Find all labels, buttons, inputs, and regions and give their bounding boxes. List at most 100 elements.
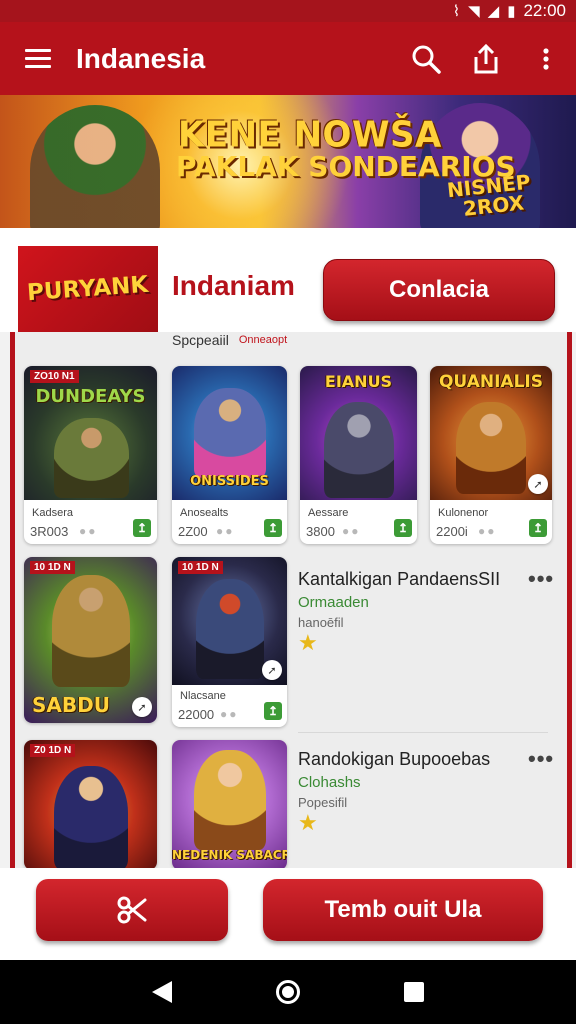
card-figure	[456, 402, 526, 494]
dots-icon: ●●	[220, 707, 239, 721]
card-count: 2Z00	[178, 524, 208, 539]
list-item-art-card[interactable]: Z0 1D N	[24, 740, 157, 870]
list-item-meta: hanoēfil	[298, 615, 344, 630]
home-icon[interactable]	[276, 980, 300, 1004]
dots-icon: ●●	[478, 524, 497, 538]
list-item-title: Randokigan Bupooebas	[298, 749, 491, 769]
card-badge: 10 1D N	[178, 561, 223, 574]
game-card-art: ONISSIDES	[172, 366, 287, 500]
game-card[interactable]: EIANUS Aessare 3800 ●● ↥	[300, 366, 417, 544]
download-button[interactable]: ↥	[394, 519, 412, 537]
game-card-art: QUANIALIS ➚	[430, 366, 552, 500]
more-horiz-icon[interactable]: •••	[528, 746, 554, 772]
card-figure	[324, 402, 394, 498]
publisher-name: Indaniam	[172, 270, 295, 301]
banner-badge: NISNEP 2ROX	[446, 170, 533, 221]
tab-first[interactable]: Spcpeaiil	[172, 332, 229, 348]
card-name: Aessare	[308, 507, 349, 519]
card-count: 3800	[306, 524, 335, 539]
card-name: Kulonenor	[438, 507, 489, 519]
card-name: Nlacsane	[180, 690, 226, 702]
connect-button[interactable]: Conlacia	[323, 259, 555, 321]
card-count: 22000	[178, 707, 215, 722]
list-item-art-card[interactable]: 10 1D N SABDU ➚	[24, 557, 157, 723]
status-time: 22:00	[523, 1, 566, 20]
card-badge: 10 1D N	[30, 561, 75, 574]
card-figure	[194, 388, 266, 478]
dots-icon: ●●	[79, 524, 98, 538]
star-icon: ★	[298, 810, 318, 835]
cell-icon: ◢	[487, 2, 500, 20]
app-screen: ⌇ ◥ ◢ ▮ 22:00 Indanesia KENE NOWŠA PAKLA…	[0, 0, 576, 1024]
divider	[298, 732, 548, 733]
game-card-art: NEDENIK SABACR	[172, 740, 287, 870]
game-card-art: ZO10 N1 DUNDEAYS	[24, 366, 157, 500]
pin-icon[interactable]: ➚	[528, 474, 548, 494]
card-figure	[54, 766, 128, 870]
game-card-art: EIANUS	[300, 366, 417, 500]
game-card[interactable]: NEDENIK SABACR	[172, 740, 287, 870]
search-button[interactable]	[396, 22, 456, 95]
status-bar: ⌇ ◥ ◢ ▮ 22:00	[0, 0, 576, 22]
share-icon	[474, 43, 498, 73]
list-item-subtitle: Clohashs	[298, 774, 361, 791]
system-nav-bar	[0, 960, 576, 1024]
pin-icon[interactable]: ➚	[132, 697, 152, 717]
battery-icon: ▮	[507, 2, 516, 20]
banner-hero-left	[30, 105, 160, 228]
back-icon[interactable]	[152, 981, 172, 1003]
search-icon	[412, 45, 441, 74]
star-icon: ★	[298, 630, 318, 655]
dots-icon: ●●	[216, 524, 235, 538]
more-button[interactable]	[516, 22, 576, 95]
game-card-art: 10 1D N ➚	[172, 557, 287, 685]
game-card[interactable]: ONISSIDES Anosealts 2Z00 ●● ↥	[172, 366, 287, 544]
card-figure	[194, 750, 266, 850]
tools-button[interactable]	[36, 879, 228, 941]
game-card[interactable]: ZO10 N1 DUNDEAYS Kadsera 3R003 ●● ↥	[24, 366, 157, 544]
card-art-title: EIANUS	[324, 372, 393, 391]
list-item-title: Kantalkigan PandaensSII	[298, 569, 501, 589]
scissors-icon	[117, 896, 147, 924]
primary-action-button[interactable]: Temb ouit Ula	[263, 879, 543, 941]
list-item-info[interactable]: Randokigan Bupooebas Clohashs Popesifil …	[298, 749, 558, 834]
publisher-logo[interactable]: PURYANK	[18, 246, 158, 332]
tab-second[interactable]: Onneaopt	[239, 334, 287, 346]
more-vert-icon	[543, 47, 549, 70]
tabs-row: Spcpeaiil Onneaopt	[172, 330, 287, 350]
card-name: Anosealts	[180, 507, 229, 519]
card-art-title: ONISSIDES	[190, 474, 269, 489]
app-title: Indanesia	[76, 42, 206, 74]
card-figure	[54, 418, 129, 498]
download-button[interactable]: ↥	[529, 519, 547, 537]
list-item-info[interactable]: Kantalkigan PandaensSII Ormaaden hanoēf…	[298, 569, 558, 654]
publisher-logo-text: PURYANK	[26, 271, 150, 307]
download-button[interactable]: ↥	[264, 519, 282, 537]
list-item-subtitle: Ormaaden	[298, 594, 369, 611]
game-card[interactable]: 10 1D N ➚ Nlacsane 22000 ●● ↥	[172, 557, 287, 727]
card-art-title: NEDENIK SABACR	[172, 848, 287, 862]
card-count: 3R003	[30, 524, 69, 539]
more-horiz-icon[interactable]: •••	[528, 566, 554, 592]
game-card-art: 10 1D N SABDU ➚	[24, 557, 157, 723]
card-name: Kadsera	[32, 507, 73, 519]
card-figure	[52, 575, 130, 687]
recents-icon[interactable]	[404, 982, 424, 1002]
card-badge: Z0 1D N	[30, 744, 76, 757]
game-card-art: Z0 1D N	[24, 740, 157, 870]
menu-icon	[25, 44, 51, 73]
game-card[interactable]: QUANIALIS ➚ Kulonenor 2200i ●● ↥	[430, 366, 552, 544]
signal-icon: ⌇	[452, 2, 461, 20]
menu-button[interactable]	[0, 22, 76, 95]
card-figure	[196, 579, 264, 679]
download-button[interactable]: ↥	[264, 702, 282, 720]
card-badge: ZO10 N1	[30, 370, 79, 383]
list-item-meta: Popesifil	[298, 795, 348, 810]
card-art-title: QUANIALIS	[438, 372, 543, 392]
pin-icon[interactable]: ➚	[262, 660, 282, 680]
wifi-icon: ◥	[468, 2, 480, 20]
card-art-title: DUNDEAYS	[35, 386, 146, 407]
download-button[interactable]: ↥	[133, 519, 151, 537]
share-button[interactable]	[456, 22, 516, 95]
app-bar: Indanesia	[0, 22, 576, 95]
